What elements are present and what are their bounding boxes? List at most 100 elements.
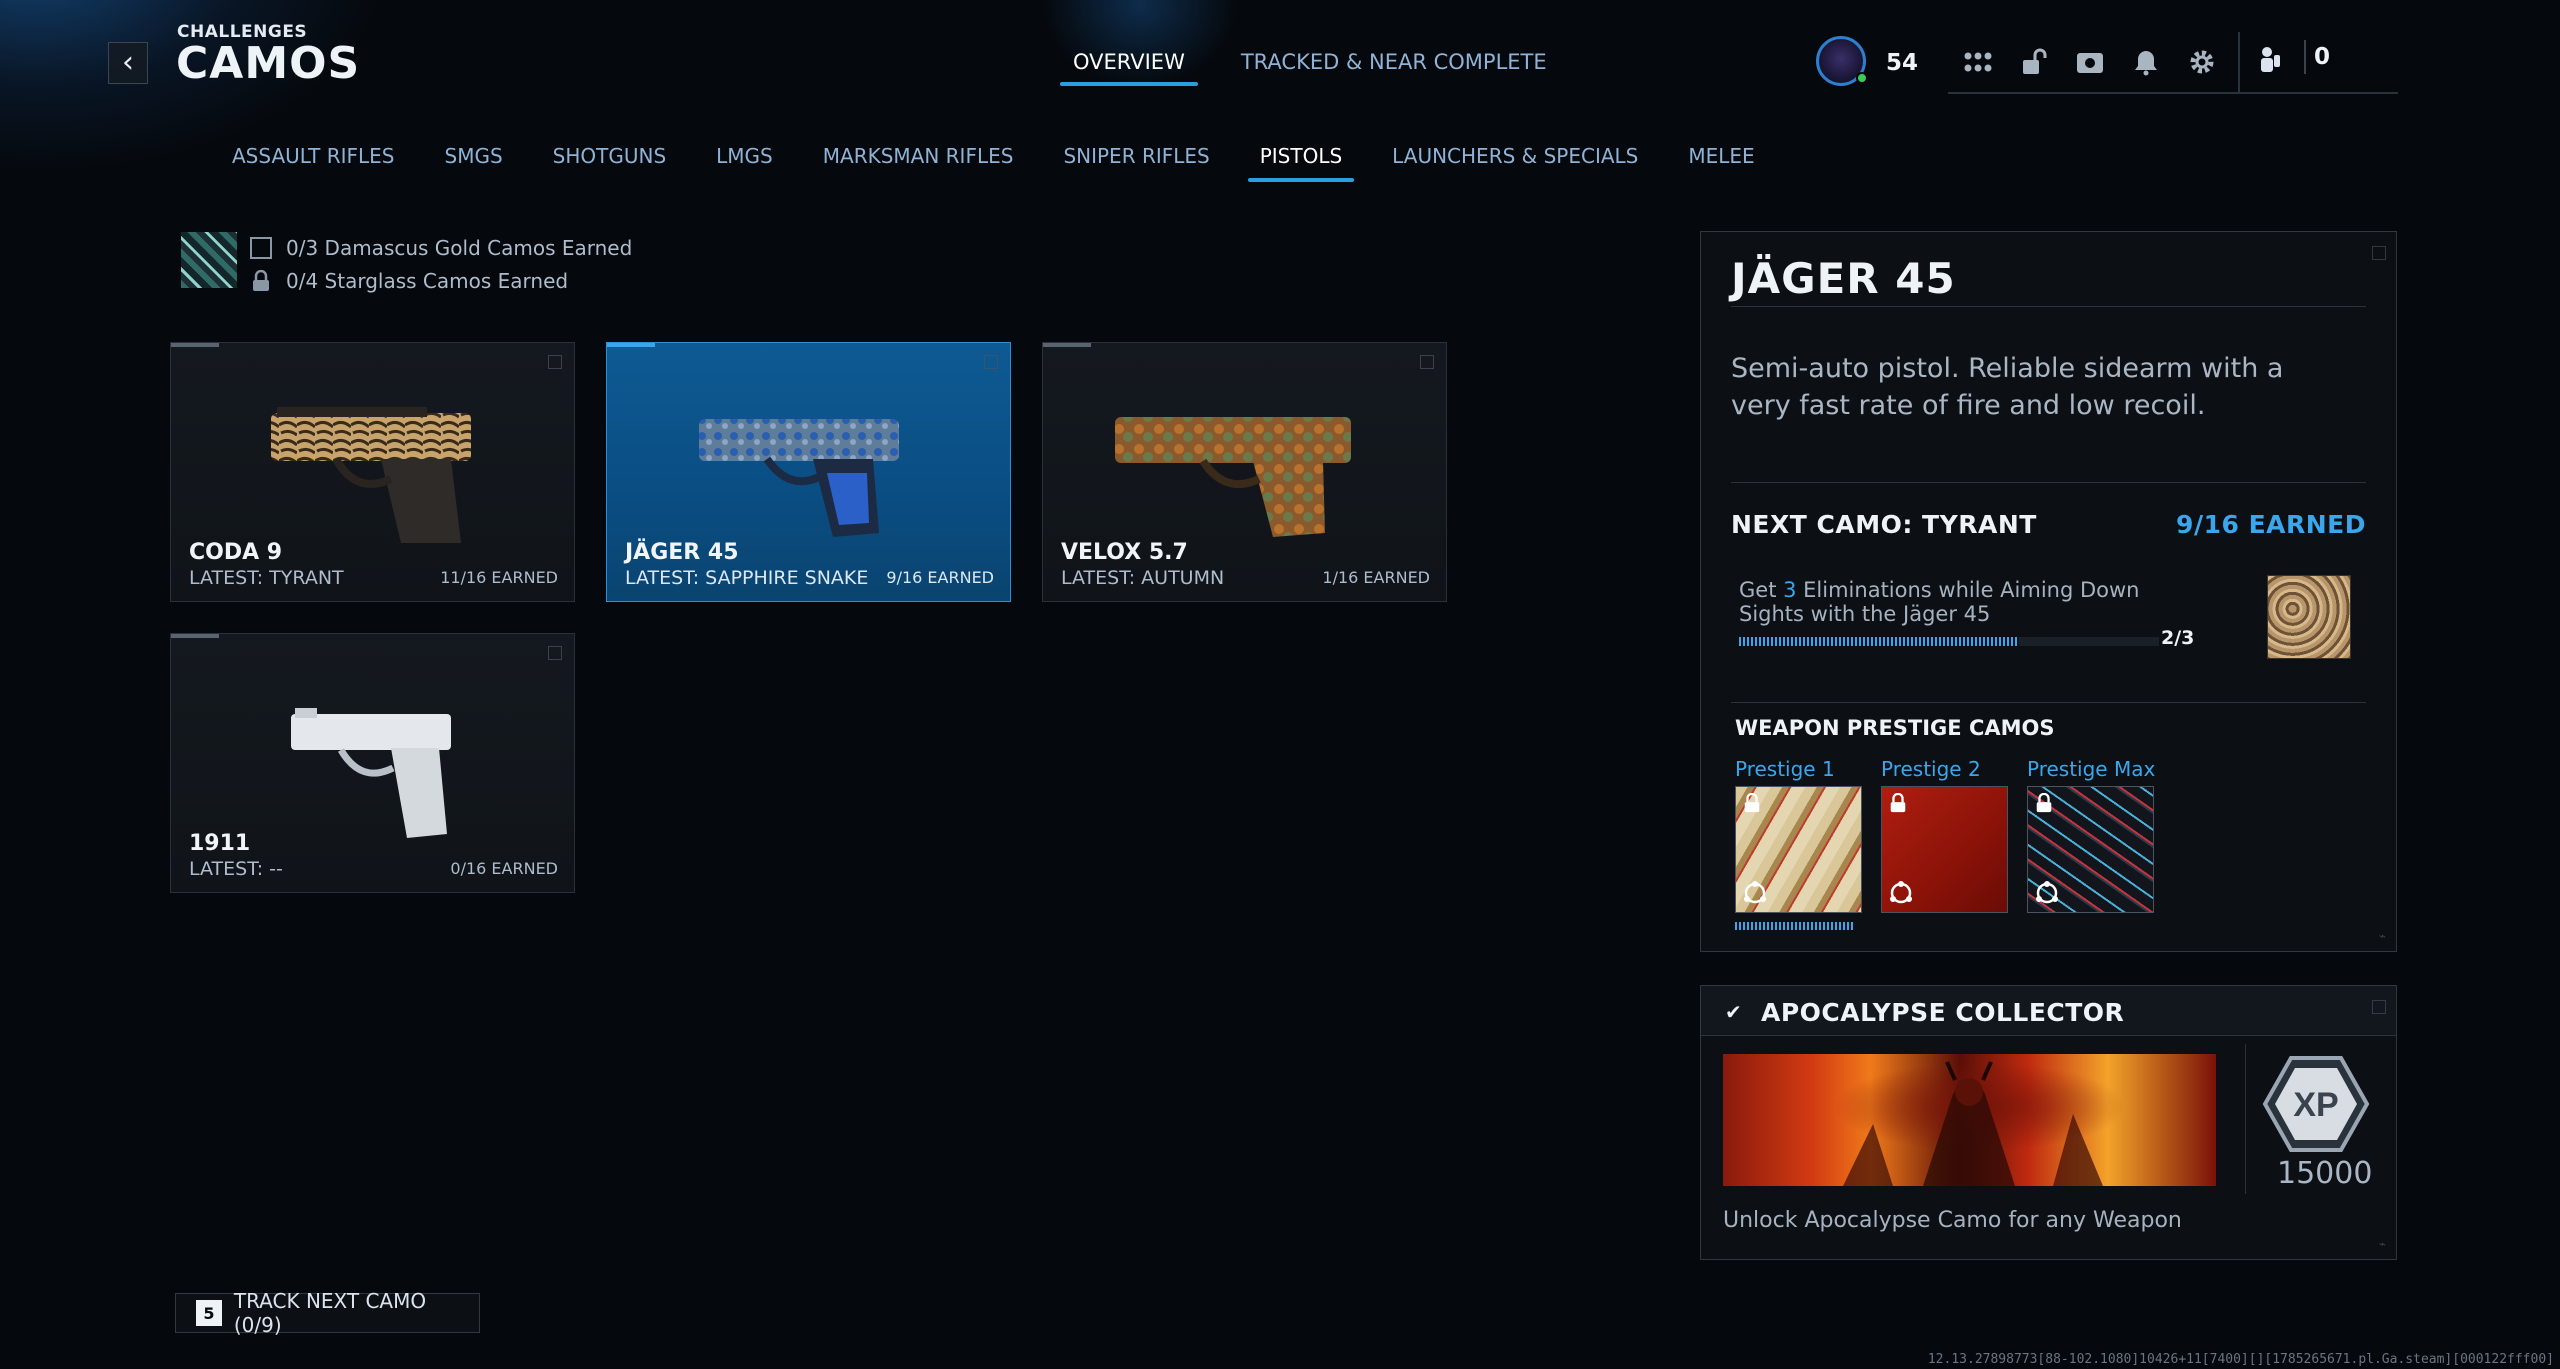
pistol-image [1115,417,1351,537]
panel-corner-icon [2372,246,2386,260]
lock-icon [1890,793,1906,813]
gear-icon[interactable] [2184,44,2220,80]
camera-icon[interactable] [2072,44,2108,80]
tab-smgs[interactable]: SMGS [433,144,515,182]
check-icon: ✔ [1725,1000,1742,1024]
weapon-detail-panel: JÄGER 45 Semi-auto pistol. Reliable side… [1700,231,2397,952]
tab-melee[interactable]: MELEE [1676,144,1766,182]
weapon-name: CODA 9 [189,540,283,565]
weapon-card-velox-5-7[interactable]: VELOX 5.7 LATEST: AUTUMN 1/16 EARNED [1042,342,1447,602]
xp-reward: 15000 [2277,1156,2373,1191]
panel-footer-icon: ⌁ [2378,1237,2386,1251]
xp-badge-icon: XP [2262,1056,2370,1152]
operator-icon[interactable] [2252,42,2288,78]
divider [1731,702,2366,703]
pistol-image [699,419,899,537]
card-progress-marker [171,634,219,638]
prestige-2-label: Prestige 2 [1881,757,1981,781]
page-title: CAMOS [176,38,361,89]
detail-earned: 9/16 EARNED [2176,510,2366,539]
weapon-name: VELOX 5.7 [1061,540,1188,565]
pistol-image [271,407,471,543]
weapon-earned-count: 1/16 EARNED [1322,568,1430,587]
tab-tracked[interactable]: TRACKED & NEAR COMPLETE [1228,50,1560,86]
next-camo-label: NEXT CAMO: TYRANT [1731,510,2037,539]
svg-text:XP: XP [2293,1086,2338,1124]
hud-separator [2304,40,2306,74]
next-camo-swatch[interactable] [2267,575,2351,659]
prestige-1-camo[interactable] [1735,786,1862,913]
detail-title: JÄGER 45 [1731,254,1956,303]
grid-icon[interactable] [1960,44,1996,80]
card-progress-marker [607,343,655,347]
currency-count: 0 [2314,44,2331,70]
bell-icon[interactable] [2128,44,2164,80]
weapon-card-1911[interactable]: 1911 LATEST: -- 0/16 EARNED [170,633,575,893]
tab-lmgs[interactable]: LMGS [704,144,785,182]
tab-pistols[interactable]: PISTOLS [1247,144,1355,182]
card-corner-icon [1420,355,1434,369]
weapon-latest-camo: LATEST: TYRANT [189,567,344,589]
starglass-progress: 0/4 Starglass Camos Earned [250,269,568,293]
tab-sniper-rifles[interactable]: SNIPER RIFLES [1051,144,1221,182]
prestige-icon [1744,881,1766,904]
weapon-latest-camo: LATEST: SAPPHIRE SNAKE [625,567,869,589]
chevron-left-icon: ‹ [122,45,134,80]
challenge-text: Get 3 Eliminations while Aiming Down Sig… [1739,578,2140,626]
unlock-icon[interactable] [2016,44,2052,80]
online-status-dot [1856,72,1868,84]
prestige-max-camo[interactable] [2027,786,2154,913]
weapon-name: 1911 [189,831,251,856]
apocalypse-art [1843,1061,2103,1186]
detail-description: Semi-auto pistol. Reliable sidearm with … [1731,353,2284,421]
challenge-count: 3 [1783,578,1797,602]
lock-icon [250,270,272,292]
card-corner-icon [984,355,998,369]
starglass-text: 0/4 Starglass Camos Earned [286,269,569,293]
damascus-progress: 0/3 Damascus Gold Camos Earned [250,236,632,260]
player-level: 54 [1886,50,1919,76]
tab-launchers-specials[interactable]: LAUNCHERS & SPECIALS [1380,144,1650,182]
mastery-camo-thumbnail [181,232,237,288]
weapon-latest-camo: LATEST: AUTUMN [1061,567,1225,589]
card-progress-marker [171,343,219,347]
challenge-progress-fill [1739,637,2020,646]
tab-overview[interactable]: OVERVIEW [1060,50,1198,86]
prestige-progress-bar [1735,922,1853,930]
panel-corner-icon [2372,1000,2386,1014]
card-corner-icon [548,355,562,369]
keybind-5: 5 [196,1300,222,1326]
collector-panel: ✔ APOCALYPSE COLLECTOR XP 15000 Unlock A… [1700,985,2397,1260]
top-tabs: OVERVIEW TRACKED & NEAR COMPLETE [1060,50,1560,86]
back-button[interactable]: ‹ [108,42,148,84]
weapon-latest-camo: LATEST: -- [189,858,283,880]
apocalypse-camo-image[interactable] [1723,1054,2216,1186]
collector-header: ✔ APOCALYPSE COLLECTOR [1701,986,2396,1036]
divider [1731,482,2366,483]
tab-shotguns[interactable]: SHOTGUNS [541,144,679,182]
weapon-earned-count: 0/16 EARNED [450,859,558,878]
collector-description: Unlock Apocalypse Camo for any Weapon [1723,1208,2182,1233]
challenge-progress-bar [1739,637,2159,646]
build-string: 12.13.27898773[88-102.1080]10426+11[7400… [1927,1352,2554,1367]
weapon-card-coda-9[interactable]: CODA 9 LATEST: TYRANT 11/16 EARNED [170,342,575,602]
divider [2245,1044,2246,1194]
lock-icon [1744,793,1760,813]
weapon-name: JÄGER 45 [625,540,739,565]
tab-marksman-rifles[interactable]: MARKSMAN RIFLES [811,144,1026,182]
prestige-heading: WEAPON PRESTIGE CAMOS [1735,716,2055,740]
damascus-text: 0/3 Damascus Gold Camos Earned [286,236,633,260]
prestige-max-label: Prestige Max [2027,757,2156,781]
pistol-image [291,708,451,838]
collector-title: APOCALYPSE COLLECTOR [1761,998,2125,1027]
track-label: TRACK NEXT CAMO (0/9) [233,1289,427,1337]
prestige-2-camo[interactable] [1881,786,2008,913]
weapon-earned-count: 11/16 EARNED [440,568,558,587]
hud-icon-bar [1948,32,2238,94]
weapon-card-jager-45[interactable]: JÄGER 45 LATEST: SAPPHIRE SNAKE 9/16 EAR… [606,342,1011,602]
track-next-camo-button[interactable]: 5 TRACK NEXT CAMO (0/9) [175,1289,480,1337]
panel-footer-icon: ⌁ [2378,929,2386,943]
lock-icon [2036,793,2052,813]
tab-assault-rifles[interactable]: ASSAULT RIFLES [220,144,407,182]
card-progress-marker [1043,343,1091,347]
